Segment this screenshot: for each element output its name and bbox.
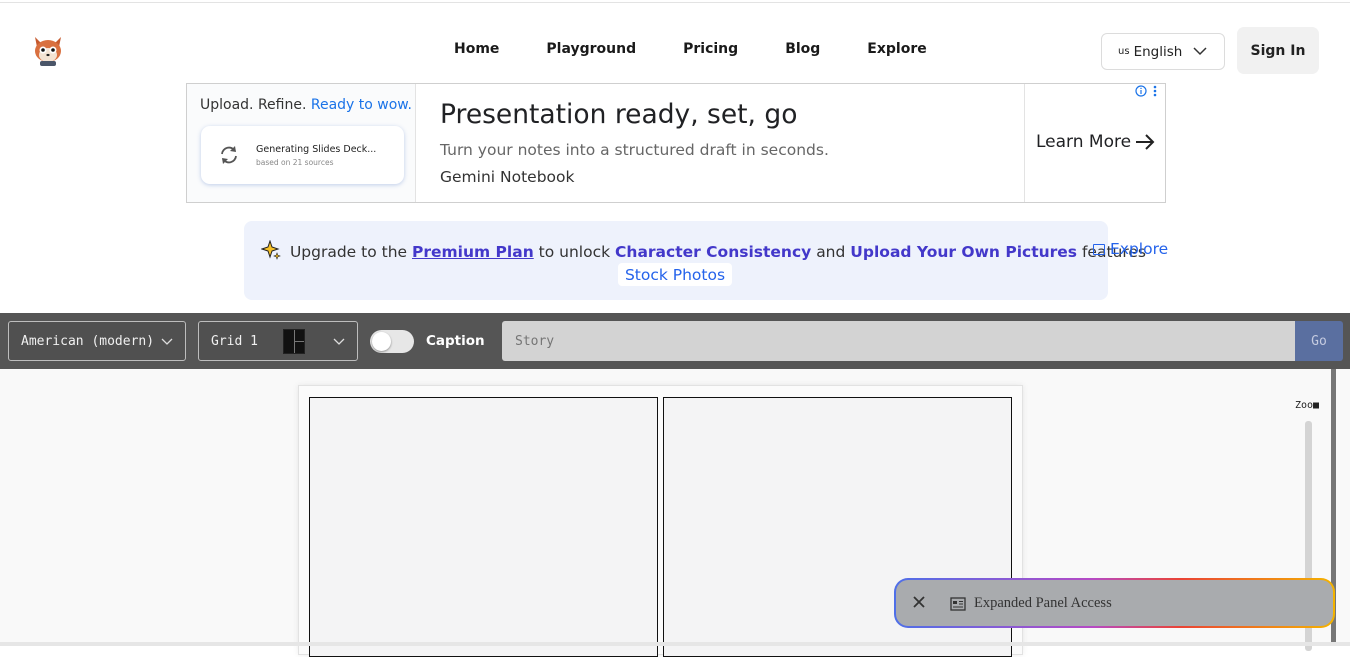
pill-body: Expanded Panel Access [896,580,1333,626]
ad-visual-heading: Upload. Refine. Ready to wow. [200,97,412,113]
nav-blog[interactable]: Blog [785,41,820,57]
ad-info[interactable] [1135,85,1157,97]
nav-playground[interactable]: Playground [546,41,636,57]
close-icon[interactable] [910,593,928,611]
explore-stock-photos-link[interactable]: Explore [1093,240,1168,258]
ad-title: Presentation ready, set, go [440,99,798,130]
feature-upload-pictures: Upload Your Own Pictures [850,243,1078,261]
zoom-label: Zoo■ [1295,400,1320,411]
grid-layout-icon [283,329,305,354]
main-nav: Home Playground Pricing Blog Explore [454,41,974,57]
refresh-icon [221,146,237,164]
ad-learn-more-button[interactable]: Learn More [1036,132,1156,152]
ad-generating-card: Generating Slides Deck... based on 21 so… [201,126,404,184]
bottom-scrollbar[interactable] [0,642,1350,646]
caption-label: Caption [426,333,485,349]
chevron-down-icon [1193,47,1207,56]
upgrade-banner: Upgrade to the Premium Plan to unlock Ch… [244,221,1168,300]
ad-subtitle: Turn your notes into a structured draft … [440,141,829,159]
newspaper-icon [1093,243,1105,255]
story-input[interactable] [502,321,1295,361]
language-label: English [1133,43,1183,60]
style-select[interactable]: American (modern) [8,321,186,361]
info-icon[interactable] [1135,85,1147,97]
ad-card-title: Generating Slides Deck... [256,144,377,155]
arrow-right-icon [1136,134,1155,150]
panel-icon [950,597,966,611]
site-logo[interactable] [31,34,65,68]
nav-explore[interactable]: Explore [867,41,926,57]
caption-toggle[interactable] [370,330,414,353]
ad-visual: Upload. Refine. Ready to wow. Generating… [187,84,416,202]
nav-pricing[interactable]: Pricing [683,41,738,57]
language-select[interactable]: us English [1101,33,1225,70]
grid-select[interactable]: Grid 1 [198,321,358,361]
sparkle-icon [260,239,281,260]
ad-cta-area[interactable]: Learn More [1024,84,1165,202]
ad-banner[interactable]: Upload. Refine. Ready to wow. Generating… [186,83,1166,203]
explore-stock-photos-link-cont[interactable]: Stock Photos [618,263,732,286]
toggle-knob [372,332,391,351]
ad-card-subtitle: based on 21 sources [256,158,334,167]
go-button[interactable]: Go [1295,321,1343,361]
chevron-down-icon [161,338,173,345]
ad-brand: Gemini Notebook [440,168,575,186]
expanded-panel-access-pill[interactable]: Expanded Panel Access [894,578,1335,628]
upgrade-text: Upgrade to the Premium Plan to unlock Ch… [260,239,1146,261]
more-vertical-icon[interactable] [1153,85,1157,97]
feature-character-consistency: Character Consistency [615,243,812,261]
comic-toolbar: American (modern) Grid 1 Caption Go [0,313,1350,369]
chevron-down-icon [333,338,345,345]
premium-plan-link[interactable]: Premium Plan [412,243,534,261]
top-divider [0,2,1350,3]
comic-panel-1[interactable] [309,397,658,657]
expanded-panel-label: Expanded Panel Access [974,595,1112,611]
nav-home[interactable]: Home [454,41,499,57]
us-flag-icon: us [1118,46,1130,57]
sign-in-button[interactable]: Sign In [1237,27,1319,74]
